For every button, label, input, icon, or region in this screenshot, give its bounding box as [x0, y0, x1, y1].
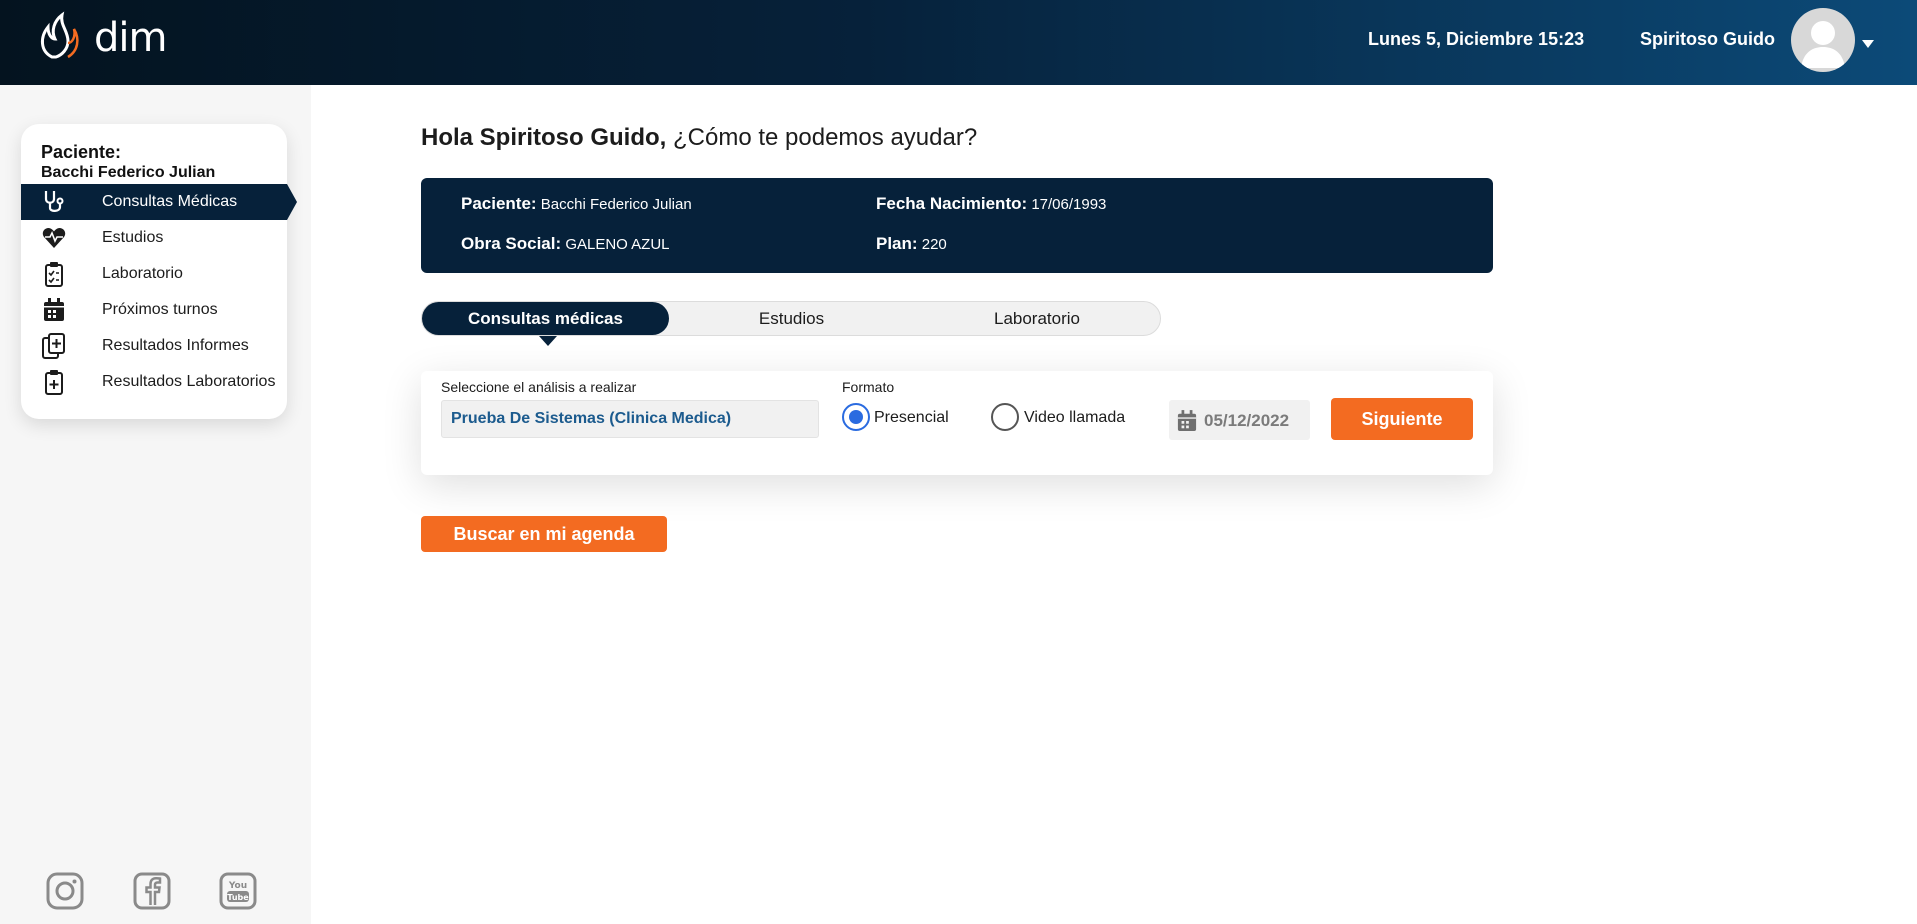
sidebar-item-label: Estudios	[102, 229, 164, 246]
search-agenda-button[interactable]: Buscar en mi agenda	[421, 516, 667, 552]
format-label: Formato	[842, 379, 895, 395]
presencial-radio-label[interactable]: Presencial	[874, 409, 949, 427]
calendar-icon	[1177, 410, 1197, 437]
instagram-icon[interactable]	[45, 871, 85, 911]
analysis-label: Seleccione el análisis a realizar	[441, 379, 637, 395]
info-patient-label: Paciente:	[461, 194, 537, 213]
video-call-radio[interactable]	[991, 403, 1019, 431]
sidebar-item-consultas-medicas[interactable]: Consultas Médicas	[21, 184, 297, 220]
info-birthdate: Fecha Nacimiento: 17/06/1993	[876, 194, 1106, 214]
patient-card: Paciente: Bacchi Federico Julian Consult…	[21, 124, 297, 419]
info-insurance: Obra Social: GALENO AZUL	[461, 234, 670, 254]
patient-info-box: Paciente: Bacchi Federico Julian Fecha N…	[421, 178, 1493, 273]
presencial-radio[interactable]	[842, 403, 870, 431]
tab-consultas-medicas[interactable]: Consultas médicas	[422, 302, 669, 335]
sidebar-item-label: Consultas Médicas	[102, 193, 238, 210]
sidebar-menu: Consultas Médicas Estudios Laboratorio P…	[21, 184, 297, 400]
header-user-name[interactable]: Spiritoso Guido	[1640, 29, 1775, 50]
facebook-icon[interactable]	[132, 871, 172, 911]
info-plan-label: Plan:	[876, 234, 918, 253]
active-tab-pointer	[539, 336, 557, 346]
sidebar-item-resultados-laboratorios[interactable]: Resultados Laboratorios	[21, 364, 287, 400]
info-birthdate-value: 17/06/1993	[1031, 196, 1107, 213]
info-birthdate-label: Fecha Nacimiento:	[876, 194, 1028, 213]
avatar[interactable]	[1791, 8, 1855, 72]
info-insurance-value: GALENO AZUL	[565, 236, 670, 253]
info-insurance-label: Obra Social:	[461, 234, 562, 253]
sidebar-item-laboratorio[interactable]: Laboratorio	[21, 256, 287, 292]
brand-name: dim	[94, 15, 167, 61]
chevron-down-icon[interactable]	[1862, 35, 1874, 53]
video-call-radio-label[interactable]: Video llamada	[1024, 409, 1125, 427]
sidebar-item-resultados-informes[interactable]: Resultados Informes	[21, 328, 287, 364]
youtube-icon[interactable]: You Tube	[218, 871, 258, 911]
sidebar-item-label: Resultados Informes	[102, 337, 249, 354]
sidebar-item-estudios[interactable]: Estudios	[21, 220, 287, 256]
tab-laboratorio[interactable]: Laboratorio	[914, 302, 1160, 335]
svg-text:Tube: Tube	[227, 893, 249, 902]
top-header: dim Lunes 5, Diciembre 15:23 Spiritoso G…	[0, 0, 1917, 85]
greeting-question: ¿Cómo te podemos ayudar?	[666, 124, 978, 151]
header-datetime: Lunes 5, Diciembre 15:23	[1368, 29, 1585, 49]
calendar-icon	[41, 297, 67, 323]
patient-card-name: Bacchi Federico Julian	[41, 164, 216, 181]
left-sidebar: Paciente: Bacchi Federico Julian Consult…	[0, 85, 311, 924]
user-silhouette-icon	[1801, 21, 1845, 68]
date-value: 05/12/2022	[1204, 411, 1290, 430]
clipboard-plus-icon	[41, 369, 67, 395]
flame-logo-icon	[38, 10, 86, 66]
info-plan: Plan: 220	[876, 234, 947, 254]
greeting: Hola Spiritoso Guido, ¿Cómo te podemos a…	[421, 124, 977, 152]
sidebar-item-label: Próximos turnos	[102, 301, 218, 318]
date-picker[interactable]: 05/12/2022	[1169, 400, 1310, 440]
document-plus-icon	[41, 333, 67, 359]
sidebar-item-label: Resultados Laboratorios	[102, 373, 276, 390]
patient-card-title: Paciente:	[41, 142, 122, 162]
info-plan-value: 220	[921, 236, 947, 253]
sidebar-item-label: Laboratorio	[102, 265, 183, 282]
sidebar-item-proximos-turnos[interactable]: Próximos turnos	[21, 292, 287, 328]
info-patient-value: Bacchi Federico Julian	[540, 196, 692, 213]
clipboard-check-icon	[41, 261, 67, 287]
brand-logo[interactable]: dim	[38, 10, 167, 66]
analysis-select[interactable]: Prueba De Sistemas (Clinica Medica)	[441, 400, 819, 438]
svg-text:You: You	[228, 881, 247, 891]
stethoscope-icon	[41, 189, 67, 215]
appointment-form: Seleccione el análisis a realizar Prueba…	[421, 371, 1493, 475]
next-button[interactable]: Siguiente	[1331, 398, 1473, 440]
tab-estudios[interactable]: Estudios	[669, 302, 914, 335]
service-tabs: Consultas médicas Estudios Laboratorio	[421, 301, 1161, 336]
greeting-name: Hola Spiritoso Guido,	[421, 124, 667, 151]
heart-pulse-icon	[41, 225, 67, 251]
info-patient: Paciente: Bacchi Federico Julian	[461, 194, 692, 214]
